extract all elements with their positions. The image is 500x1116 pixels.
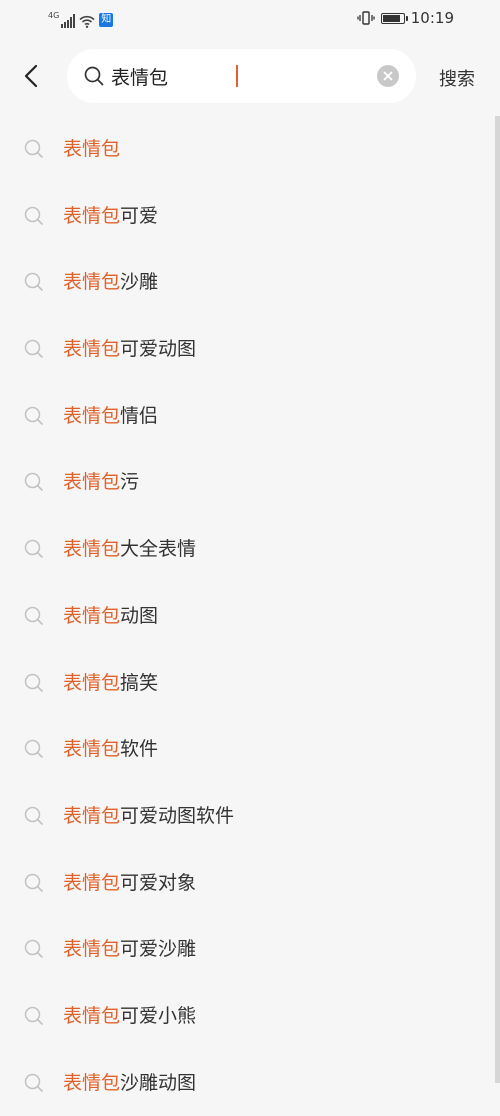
- suggestion-item[interactable]: 表情包可爱动图软件: [0, 783, 494, 850]
- search-icon: [24, 939, 44, 963]
- suggestion-rest: 可爱: [120, 204, 159, 227]
- suggestion-item[interactable]: 表情包可爱: [0, 183, 494, 250]
- search-icon: [24, 206, 44, 230]
- suggestion-text: 表情包沙雕: [63, 269, 158, 295]
- scrollbar[interactable]: [495, 116, 500, 1083]
- search-icon: [24, 806, 44, 830]
- suggestion-text: 表情包可爱小熊: [63, 1003, 196, 1029]
- suggestion-text: 表情包污: [63, 469, 139, 495]
- suggestion-match: 表情包: [63, 471, 121, 494]
- chevron-left-icon: [24, 64, 38, 88]
- suggestion-item[interactable]: 表情包可爱对象: [0, 850, 494, 917]
- search-icon: [24, 606, 44, 630]
- vibrate-icon: [357, 11, 375, 25]
- suggestion-text: 表情包情侣: [63, 403, 158, 429]
- suggestion-item[interactable]: 表情包搞笑: [0, 650, 494, 717]
- suggestion-item[interactable]: 表情包情侣: [0, 383, 494, 450]
- suggestion-text: 表情包可爱动图软件: [63, 803, 234, 829]
- search-icon: [24, 339, 44, 363]
- suggestion-match: 表情包: [63, 804, 121, 827]
- suggestion-text: 表情包软件: [63, 736, 158, 762]
- suggestion-item[interactable]: 表情包: [0, 116, 494, 183]
- suggestion-match: 表情包: [63, 604, 121, 627]
- status-bar: 4G 知 10:19: [0, 0, 500, 38]
- suggestion-match: 表情包: [63, 871, 121, 894]
- suggestion-match: 表情包: [63, 338, 121, 361]
- suggestion-match: 表情包: [63, 138, 121, 160]
- suggestion-match: 表情包: [63, 204, 121, 227]
- suggestion-item[interactable]: 表情包可爱沙雕: [0, 916, 494, 983]
- suggestion-rest: 可爱对象: [120, 871, 197, 894]
- search-icon: [24, 739, 44, 763]
- search-header: 搜索: [0, 38, 500, 114]
- status-time: 10:19: [410, 9, 454, 27]
- suggestion-rest: 动图: [120, 604, 159, 627]
- suggestion-rest: 软件: [120, 738, 159, 761]
- suggestion-rest: 可爱动图: [120, 338, 197, 361]
- search-icon: [24, 673, 44, 697]
- back-button[interactable]: [14, 56, 48, 96]
- suggestion-text: 表情包可爱动图: [63, 336, 196, 362]
- search-icon: [24, 873, 44, 897]
- suggestion-item[interactable]: 表情包可爱小熊: [0, 983, 494, 1050]
- suggestion-item[interactable]: 表情包沙雕: [0, 249, 494, 316]
- wifi-icon: [79, 15, 95, 28]
- battery-icon: [380, 12, 408, 24]
- search-button[interactable]: 搜索: [439, 65, 475, 91]
- suggestion-item[interactable]: 表情包软件: [0, 716, 494, 783]
- battery-level: [382, 14, 400, 22]
- suggestion-match: 表情包: [63, 404, 121, 427]
- suggestion-rest: 可爱动图软件: [120, 804, 235, 827]
- suggestion-rest: 污: [120, 471, 140, 494]
- search-icon: [24, 1006, 44, 1030]
- suggestion-text: 表情包可爱对象: [63, 870, 196, 896]
- suggestion-text: 表情包: [63, 136, 120, 162]
- suggestion-match: 表情包: [63, 938, 121, 961]
- network-type: 4G: [48, 11, 60, 20]
- suggestion-item[interactable]: 表情包污: [0, 449, 494, 516]
- search-icon: [24, 539, 44, 563]
- suggestion-item[interactable]: 表情包动图: [0, 583, 494, 650]
- status-right: 10:19: [357, 9, 454, 27]
- search-icon: [24, 472, 44, 496]
- signal-icon: [61, 14, 76, 28]
- suggestion-text: 表情包可爱沙雕: [63, 936, 196, 962]
- suggestion-match: 表情包: [63, 538, 121, 561]
- suggestion-match: 表情包: [63, 1004, 121, 1027]
- search-box[interactable]: [67, 49, 416, 103]
- app-notification-icon: 知: [99, 13, 114, 27]
- suggestion-item[interactable]: 表情包大全表情: [0, 516, 494, 583]
- suggestion-list: 表情包 表情包可爱 表情包沙雕 表情包可爱动图 表情包情侣 表情包污 表情包大全表情 表情包动…: [0, 116, 494, 1116]
- suggestion-match: 表情包: [63, 671, 121, 694]
- suggestion-match: 表情包: [63, 738, 121, 761]
- search-icon: [24, 272, 44, 296]
- suggestion-rest: 沙雕: [120, 271, 159, 294]
- suggestion-rest: 搞笑: [120, 671, 159, 694]
- suggestion-text: 表情包动图: [63, 603, 158, 629]
- suggestion-rest: 情侣: [120, 404, 159, 427]
- suggestion-rest: 大全表情: [120, 538, 197, 561]
- status-left: 4G 知: [48, 10, 114, 28]
- search-icon: [24, 1073, 44, 1097]
- suggestion-match: 表情包: [63, 271, 121, 294]
- search-icon: [24, 139, 44, 163]
- close-icon: [383, 71, 393, 81]
- search-icon: [24, 406, 44, 430]
- suggestion-text: 表情包大全表情: [63, 536, 196, 562]
- suggestion-rest: 可爱沙雕: [120, 938, 197, 961]
- suggestion-rest: 可爱小熊: [120, 1004, 197, 1027]
- text-cursor: [236, 65, 238, 87]
- suggestion-text: 表情包可爱: [63, 203, 158, 229]
- suggestion-item[interactable]: 表情包可爱动图: [0, 316, 494, 383]
- clear-button[interactable]: [377, 65, 399, 87]
- suggestion-text: 表情包搞笑: [63, 670, 158, 696]
- search-icon: [84, 66, 104, 86]
